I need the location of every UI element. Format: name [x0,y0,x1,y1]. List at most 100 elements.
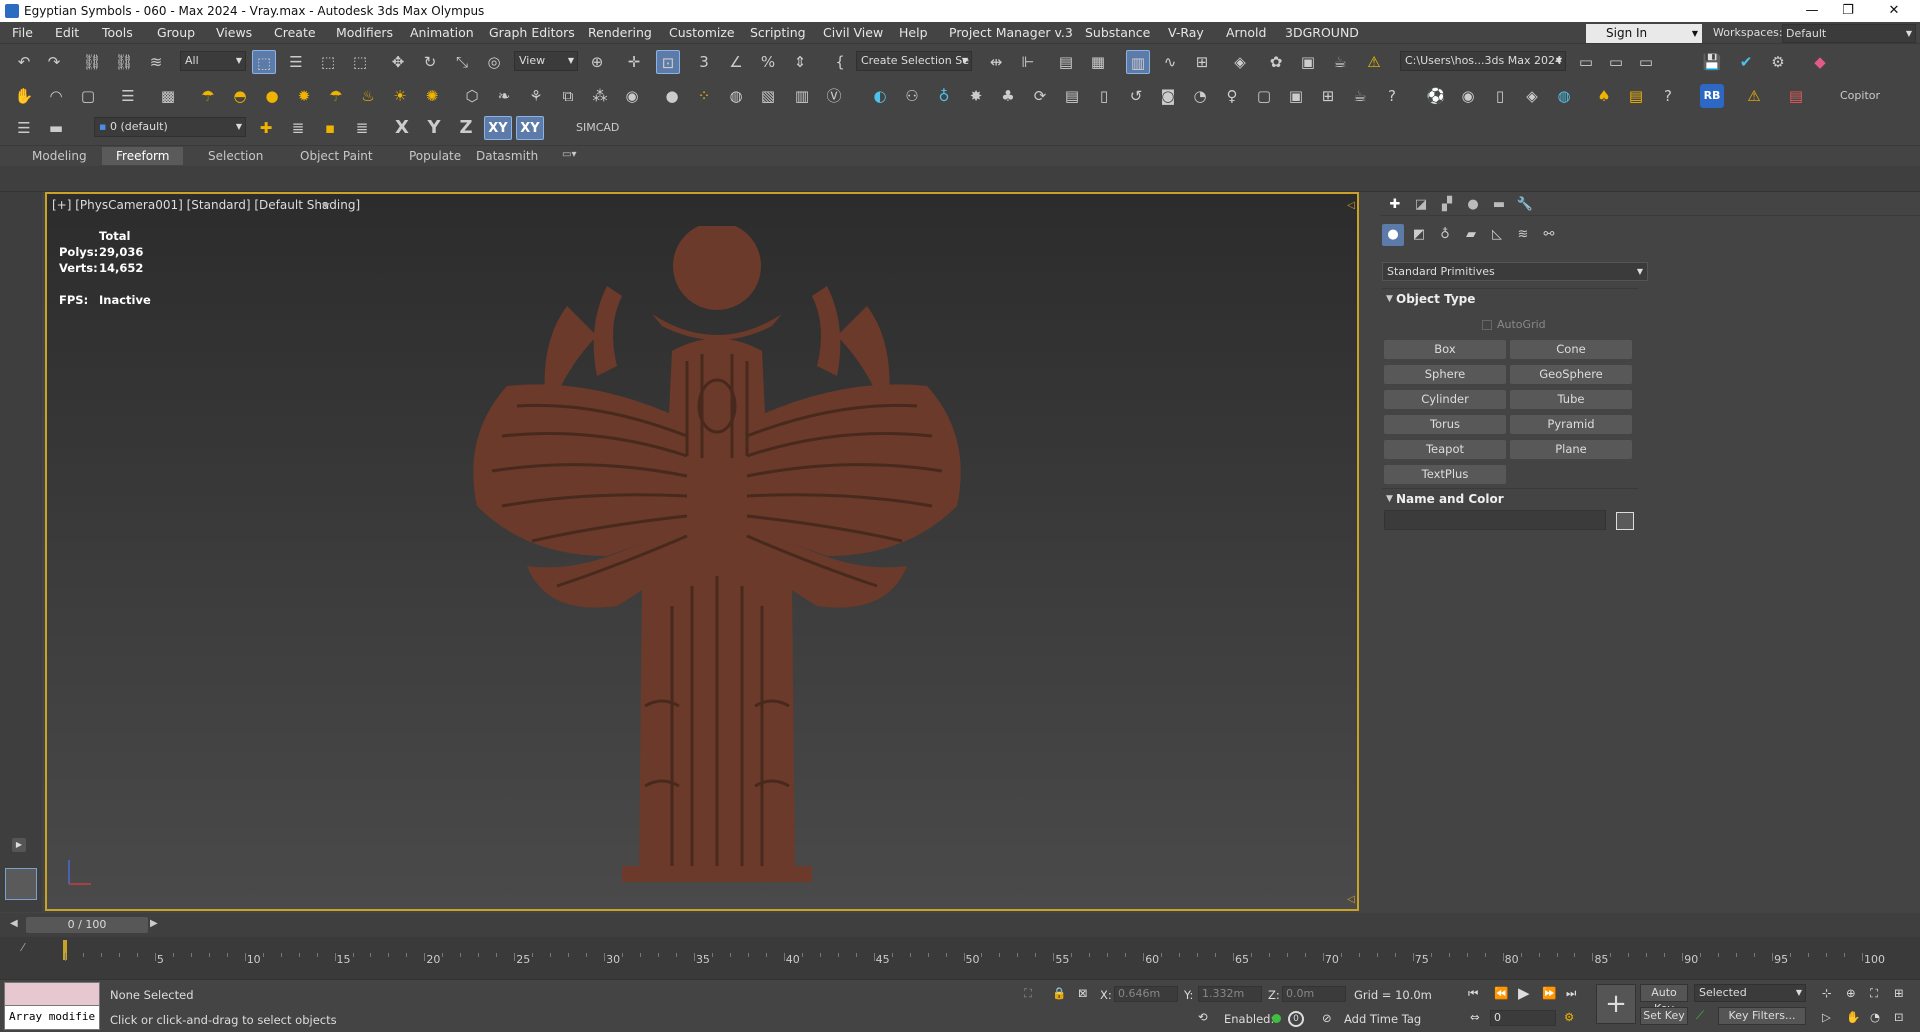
axis-xy-cycle-button[interactable]: XY [516,116,544,140]
simcad-label[interactable]: SIMCAD [576,121,619,134]
hand-icon[interactable]: ✋ [12,84,36,108]
sphere-button[interactable]: Sphere [1384,365,1506,384]
add-layer-icon[interactable]: ✚ [254,116,278,140]
mirror-icon[interactable]: ⇹ [984,50,1008,74]
isolate-icon[interactable]: ⛶ [1024,986,1032,1001]
minimize-button[interactable]: — [1792,0,1832,22]
ribbon-toggle-icon[interactable]: ▥ [1126,50,1150,74]
earth-icon[interactable]: ◍ [1552,84,1576,108]
zoom-extents-all-icon[interactable]: ⊞ [1894,986,1904,1000]
select-layer-icon[interactable]: ▪ [318,116,342,140]
render-elements-icon[interactable]: ▩ [156,84,180,108]
play-strip-icon[interactable]: ▶ [12,838,26,852]
workspace-select[interactable]: Default ▼ [1782,24,1916,43]
egyptian-goddess-model[interactable] [447,226,987,906]
layers-icon[interactable]: ☰ [12,116,36,140]
sign-in-button[interactable]: Sign In ▼ [1586,24,1702,43]
track-bar[interactable]: ⁄ 5 10 15 20 25 30 35 40 45 50 55 60 65 70 75 80 85 90 95 1… [0,937,1920,979]
menu-project-manager[interactable]: Project Manager v.3 [949,25,1073,40]
time-config-icon[interactable]: ⚙ [1564,1010,1574,1024]
notes-icon[interactable]: ▤ [1624,84,1648,108]
plugin-icon[interactable]: ◆ [1808,50,1832,74]
spinner-snap-icon[interactable]: ⇕ [788,50,812,74]
name-and-color-header[interactable]: ▼ Name and Color [1382,488,1638,508]
tag-icon[interactable]: ⊘ [1322,1011,1332,1025]
lights-category-icon[interactable]: ♁ [1434,224,1456,246]
box-button[interactable]: Box [1384,340,1506,359]
menu-create[interactable]: Create [274,25,316,40]
primitive-type-dropdown[interactable]: Standard Primitives ▼ [1382,262,1648,281]
decal-icon[interactable]: ◉ [620,84,644,108]
cameras-category-icon[interactable]: ▰ [1460,224,1482,246]
schematic-view-icon[interactable]: ⊞ [1190,50,1214,74]
menu-help[interactable]: Help [899,25,928,40]
go-to-end-icon[interactable]: ⏭ [1566,986,1576,1001]
pan-icon[interactable]: ✋ [1846,1010,1860,1024]
viewport-camera[interactable]: [+] [PhysCamera001] [Standard] [Default … [45,192,1359,911]
tab-modeling[interactable]: Modeling [32,149,87,163]
viewport-label[interactable]: [+] [PhysCamera001] [Standard] [Default … [52,198,360,212]
scale-icon[interactable]: ⤡ [450,50,474,74]
link-icon[interactable]: ⛓ [80,50,104,74]
maximize-button[interactable]: ❐ [1828,0,1868,22]
umbrella-icon[interactable]: ☂ [196,84,220,108]
tools-icon[interactable]: ▤ [1784,84,1808,108]
help-icon[interactable]: ? [1380,84,1404,108]
mini-curve-editor-icon[interactable]: ⁄ [22,941,24,954]
lock-icon[interactable]: 🔒 [1052,986,1066,1000]
previous-frame-icon[interactable]: ◀ [10,918,18,929]
angle-snap-icon[interactable]: ∠ [724,50,748,74]
lamp-icon[interactable]: ▥ [790,84,814,108]
sunlight-icon[interactable]: ✺ [420,84,444,108]
object-name-field[interactable] [1384,510,1606,530]
tab-populate[interactable]: Populate [409,149,461,163]
tab-selection[interactable]: Selection [208,149,263,163]
material-editor-icon[interactable]: ◈ [1228,50,1252,74]
layer-freeze-icon[interactable]: ▬ [44,116,68,140]
menu-tools[interactable]: Tools [102,25,133,40]
layer-properties-icon[interactable]: ≣ [350,116,374,140]
menu-views[interactable]: Views [216,25,252,40]
move-icon[interactable]: ✥ [386,50,410,74]
region-icon[interactable]: ▣ [1284,84,1308,108]
rectangular-selection-icon[interactable]: ⬚ [316,50,340,74]
viewport-render-icon[interactable]: ◙ [1156,84,1180,108]
list-icon[interactable]: ☰ [116,84,140,108]
proxy-cube-icon[interactable]: ⬡ [460,84,484,108]
keyboard-shortcut-override-icon[interactable]: ⊡ [656,50,680,74]
reference-coordinate-dropdown[interactable]: View ▼ [514,51,578,71]
cylinder-button[interactable]: Cylinder [1384,390,1506,409]
previous-key-icon[interactable]: ⏪ [1494,986,1508,1000]
menu-vray[interactable]: V-Ray [1168,25,1204,40]
absolute-mode-icon[interactable]: ⊠ [1078,986,1088,1000]
align-icon[interactable]: ⊩ [1016,50,1040,74]
maximize-viewport-icon[interactable]: ⊡ [1894,1010,1904,1024]
material-picker-icon[interactable]: ◔ [1188,84,1212,108]
ies-light-icon[interactable]: ♨ [356,84,380,108]
enabled-indicator[interactable] [1272,1014,1281,1023]
key-filters-button[interactable]: Key Filters... [1718,1007,1806,1025]
named-selection-dropdown[interactable]: Create Selection Se ▼ [856,51,972,71]
current-frame-field[interactable]: 0 [1490,1010,1556,1026]
object-color-swatch[interactable] [1616,512,1634,530]
zoom-extents-icon[interactable]: ⛶ [1870,986,1878,1001]
grid-icon[interactable]: ⊞ [1316,84,1340,108]
y-coordinate-field[interactable]: 1.332m [1198,986,1262,1002]
layer-stack-icon[interactable]: ≣ [286,116,310,140]
torus-button[interactable]: Torus [1384,415,1506,434]
teapot-button[interactable]: Teapot [1384,440,1506,459]
render-production-icon[interactable]: ☕ [1328,50,1352,74]
alert-icon[interactable]: ⚠ [1742,84,1766,108]
zoom-all-icon[interactable]: ⊕ [1846,986,1856,1000]
camera-icon[interactable]: ◐ [868,84,892,108]
axis-xy-button[interactable]: XY [484,116,512,140]
tree-icon[interactable]: ♣ [996,84,1020,108]
systems-category-icon[interactable]: ⚯ [1538,224,1560,246]
tab-datasmith[interactable]: Datasmith [476,149,538,163]
select-object-icon[interactable]: ⬚ [252,50,276,74]
geosphere-button[interactable]: GeoSphere [1510,365,1632,384]
key-tangent-icon[interactable]: ⟋ [1696,1008,1704,1023]
sphere-icon[interactable]: ● [660,84,684,108]
bind-space-warp-icon[interactable]: ≋ [144,50,168,74]
menu-modifiers[interactable]: Modifiers [336,25,393,40]
